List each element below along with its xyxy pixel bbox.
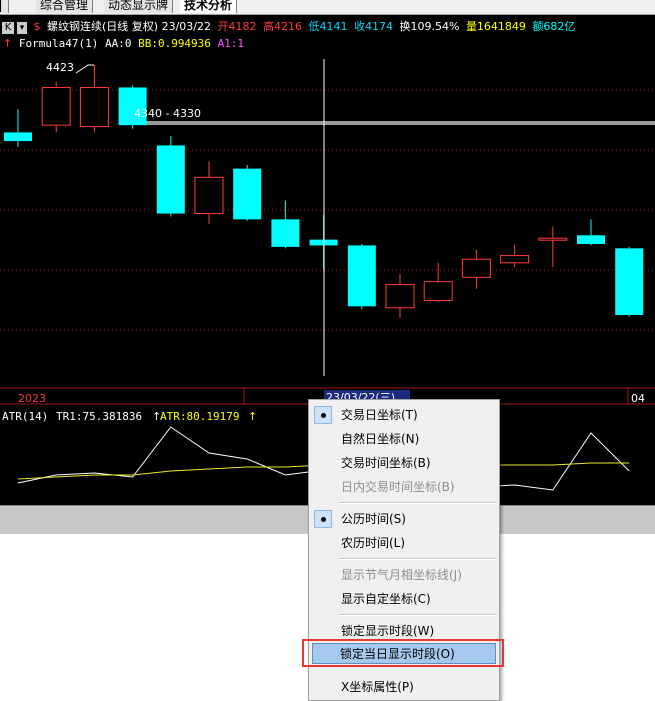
quote-info-bar: K ▾ $ 螺纹钢连续(日线 复权) 23/03/22 开4182 高4216 低… (0, 18, 578, 34)
range-label: 4340 - 4330 (134, 107, 201, 120)
menu-separator (339, 614, 497, 616)
atr-tr1-value: TR1:75.381836 (56, 410, 142, 423)
tab-dynamic-board[interactable]: 动态显示牌 (104, 0, 174, 13)
menu-item-solar-term-lines: 显示节气月相坐标线(J) (341, 568, 462, 582)
formula-aa: AA:0 (104, 37, 132, 50)
formula-arrow-icon: ↑ (3, 37, 13, 50)
menu-separator (339, 502, 497, 504)
formula-a1: A1:1 (217, 37, 245, 50)
candle-body-down (347, 245, 376, 307)
volume: 量1641849 (465, 20, 526, 33)
turnover-rate: 换109.54% (399, 20, 460, 33)
menu-item-x-axis-properties[interactable]: X坐标属性(P) (309, 676, 499, 698)
menu-item-trading-time-axis[interactable]: 交易时间坐标(B) (309, 452, 499, 474)
highlight-annotation-frame (302, 639, 504, 667)
peak-pointer (75, 64, 94, 74)
contract-title: 螺纹钢连续(日线 复权) 23/03/22 (47, 20, 211, 33)
candle-body-up (41, 86, 71, 126)
atr-value: ATR:80.19179 (160, 410, 239, 423)
menu-item-gregorian-time[interactable]: 公历时间(S) (309, 508, 499, 530)
menu-item-trading-day-axis[interactable]: 交易日坐标(T) (309, 404, 499, 426)
candle-body-up (538, 237, 568, 241)
tab-comprehensive[interactable]: 综合管理 (36, 0, 94, 13)
month-label: 04 (631, 392, 645, 405)
tab-bar: ▏ 综合管理 动态显示牌 技术分析 (0, 0, 655, 15)
candle-body-down (233, 168, 262, 220)
atr-arrow-icon: ↑ (248, 410, 257, 423)
peak-price-label: 4423 (46, 61, 74, 74)
candle-body-up (423, 281, 453, 302)
checked-radio-icon (314, 406, 332, 424)
menu-item-natural-day-axis[interactable]: 自然日坐标(N) (309, 428, 499, 450)
low-price: 低4141 (308, 20, 348, 33)
dollar-icon: $ (33, 20, 41, 33)
candle-body-down (271, 219, 300, 247)
tab-scroll-left-icon[interactable]: ▏ (0, 0, 9, 13)
open-price: 开4182 (217, 20, 257, 33)
candle-body-up (500, 255, 530, 264)
formula-bar: ↑ Formula47(1) AA:0 BB:0.994936 A1:1 (3, 37, 244, 50)
atr-name: ATR(14) (2, 410, 48, 423)
tab-technical-analysis[interactable]: 技术分析 (180, 0, 238, 13)
candle-body-down (577, 235, 605, 244)
amount: 额682亿 (532, 20, 576, 33)
candle-body-down (156, 145, 185, 214)
candle-body-down (615, 248, 644, 315)
candle-body-up (461, 258, 491, 278)
candle-body-down (4, 132, 32, 142)
menu-item-custom-axis[interactable]: 显示自定坐标(C) (309, 588, 499, 610)
year-label: 2023 (18, 392, 46, 405)
formula-bb: BB:0.994936 (138, 37, 211, 50)
close-price: 收4174 (353, 20, 393, 33)
menu-item-lunar-time[interactable]: 农历时间(L) (309, 532, 499, 554)
candle-body-up (385, 284, 415, 309)
high-price: 高4216 (262, 20, 302, 33)
formula-name[interactable]: Formula47(1) (19, 37, 98, 50)
candle-body-up (79, 86, 109, 128)
range-line (133, 121, 655, 125)
period-dropdown-icon[interactable]: ▾ (17, 22, 27, 34)
period-button[interactable]: K (2, 22, 14, 34)
checked-radio-icon (314, 510, 332, 528)
candle-body-up (194, 176, 224, 215)
menu-item-intraday-time-axis: 日内交易时间坐标(B) (341, 480, 455, 494)
menu-separator (339, 558, 497, 560)
